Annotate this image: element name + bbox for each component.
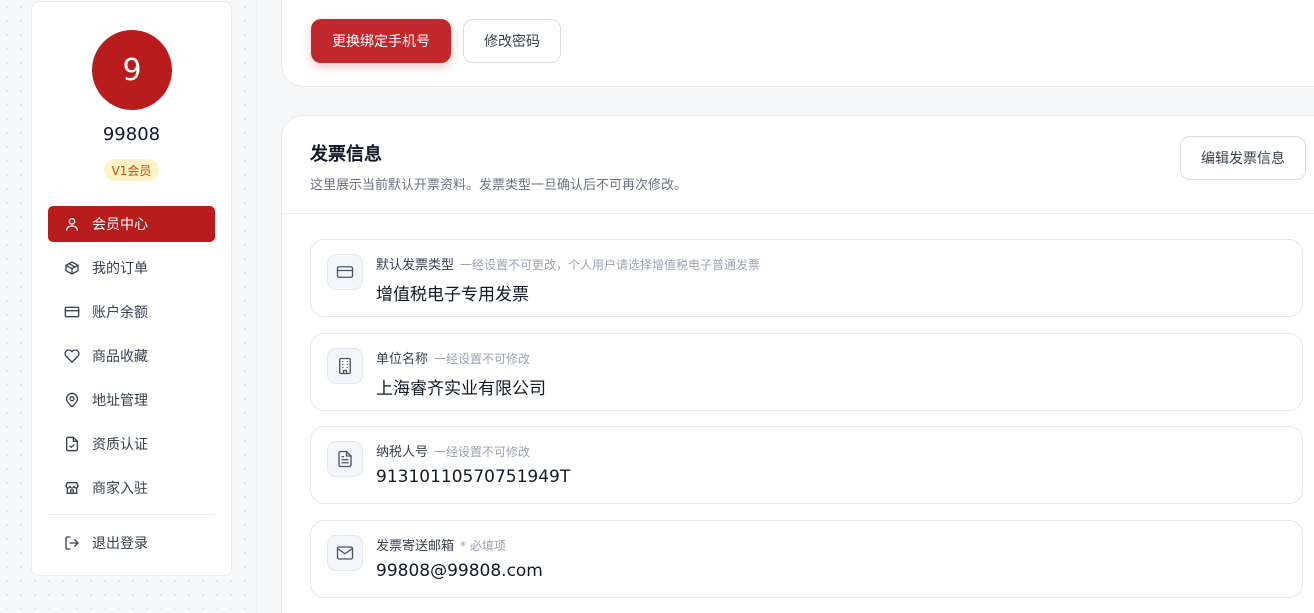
sidebar-item-label: 资质认证 [92, 437, 148, 453]
account-security-card: 更换绑定手机号 修改密码 [281, 0, 1314, 87]
field-value: 99808@99808.com [376, 561, 543, 581]
field-hint: 一经设置不可更改，个人用户请选择增值税电子普通发票 [460, 258, 761, 272]
logout-label: 退出登录 [92, 536, 148, 552]
change-password-button[interactable]: 修改密码 [463, 19, 561, 63]
credit-card-icon [327, 254, 363, 290]
field-hint: 一经设置不可修改 [434, 352, 531, 366]
map-pin-icon [64, 392, 80, 408]
field-value: 增值税电子专用发票 [376, 285, 529, 305]
store-icon [64, 480, 80, 496]
nav-divider [48, 514, 215, 515]
sidebar-item-label: 会员中心 [92, 217, 148, 233]
heart-icon [64, 348, 80, 364]
field-label: 默认发票类型 一经设置不可更改，个人用户请选择增值税电子普通发票 [376, 258, 761, 273]
sidebar-item-favorites[interactable]: 商品收藏 [48, 338, 215, 374]
field-hint: * 必填项 [460, 539, 506, 553]
edit-invoice-button[interactable]: 编辑发票信息 [1180, 136, 1306, 180]
sidebar-item-label: 地址管理 [92, 393, 148, 409]
logout-button[interactable]: 退出登录 [48, 525, 215, 561]
invoice-type-field: 默认发票类型 一经设置不可更改，个人用户请选择增值税电子普通发票 增值税电子专用发… [310, 239, 1303, 317]
field-label: 发票寄送邮箱 * 必填项 [376, 539, 506, 554]
sidebar-item-merchant[interactable]: 商家入驻 [48, 470, 215, 506]
document-icon [327, 441, 363, 477]
field-value: 上海睿齐实业有限公司 [376, 379, 546, 399]
username: 99808 [102, 124, 161, 145]
file-check-icon [64, 436, 80, 452]
company-name-field: 单位名称 一经设置不可修改 上海睿齐实业有限公司 [310, 333, 1303, 411]
field-label: 纳税人号 一经设置不可修改 [376, 445, 531, 460]
sidebar-nav: 会员中心 我的订单 账户余额 商品收藏 地址管理 资质认证 商家入驻 退出登录 [48, 206, 215, 569]
sidebar-item-qualification[interactable]: 资质认证 [48, 426, 215, 462]
field-value: 91310110570751949T [376, 467, 571, 487]
sidebar-item-label: 商家入驻 [92, 481, 148, 497]
sidebar: 9 99808 V1会员 会员中心 我的订单 账户余额 商品收藏 地址管理 资质… [31, 1, 232, 576]
credit-card-icon [64, 304, 80, 320]
field-hint: 一经设置不可修改 [434, 445, 531, 459]
change-phone-button[interactable]: 更换绑定手机号 [311, 19, 451, 63]
field-label: 单位名称 一经设置不可修改 [376, 352, 531, 367]
sidebar-item-orders[interactable]: 我的订单 [48, 250, 215, 286]
sidebar-item-label: 我的订单 [92, 261, 148, 277]
sidebar-item-member-center[interactable]: 会员中心 [48, 206, 215, 242]
building-icon [327, 348, 363, 384]
package-icon [64, 260, 80, 276]
content-divider [256, 0, 257, 613]
invoice-info-card: 发票信息 这里展示当前默认开票资料。发票类型一旦确认后不可再次修改。 编辑发票信… [281, 115, 1314, 613]
member-level-badge: V1会员 [104, 159, 159, 181]
taxpayer-id-field: 纳税人号 一经设置不可修改 91310110570751949T [310, 426, 1303, 504]
sidebar-item-label: 商品收藏 [92, 349, 148, 365]
section-description: 这里展示当前默认开票资料。发票类型一旦确认后不可再次修改。 [310, 178, 688, 193]
card-divider [282, 213, 1314, 214]
mail-icon [327, 535, 363, 571]
avatar: 9 [92, 30, 172, 110]
logout-icon [64, 535, 80, 551]
section-title: 发票信息 [310, 144, 382, 165]
sidebar-item-address[interactable]: 地址管理 [48, 382, 215, 418]
invoice-email-field: 发票寄送邮箱 * 必填项 99808@99808.com [310, 520, 1303, 598]
sidebar-item-label: 账户余额 [92, 305, 148, 321]
sidebar-item-balance[interactable]: 账户余额 [48, 294, 215, 330]
user-icon [64, 216, 80, 232]
